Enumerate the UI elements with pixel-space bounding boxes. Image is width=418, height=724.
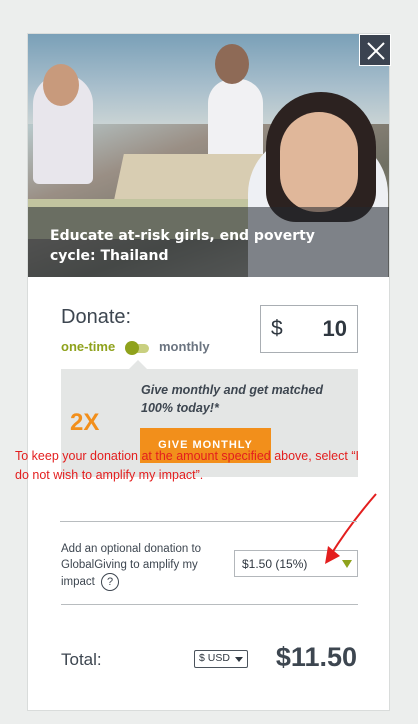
close-icon <box>367 42 385 60</box>
chevron-down-icon <box>235 657 243 662</box>
donate-label: Donate: <box>61 306 132 328</box>
match-multiplier: 2X <box>70 409 100 436</box>
addon-label: Add an optional donation to GlobalGiving… <box>61 541 221 591</box>
frequency-toggle[interactable] <box>125 341 149 355</box>
divider <box>60 521 357 522</box>
promo-message: Give monthly and get matched 100% today!… <box>141 383 323 415</box>
amount-input[interactable]: $ 10 <box>260 305 358 353</box>
project-title: Educate at-risk girls, end poverty cycle… <box>50 228 315 264</box>
one-time-option[interactable]: one-time <box>61 339 115 354</box>
hero-image: Educate at-risk girls, end poverty cycle… <box>28 34 389 277</box>
currency-select[interactable]: $ USD <box>194 650 248 668</box>
donation-modal: Educate at-risk girls, end poverty cycle… <box>27 33 391 711</box>
total-label: Total: <box>61 650 102 669</box>
monthly-option[interactable]: monthly <box>159 339 210 354</box>
divider <box>61 604 358 605</box>
close-button[interactable] <box>359 34 391 66</box>
help-icon[interactable]: ? <box>101 573 120 591</box>
amount-value: 10 <box>322 316 347 341</box>
frequency-toggle-group: one-time monthly <box>61 339 210 355</box>
toggle-knob <box>125 341 139 355</box>
currency-selected-value: $ USD <box>199 652 230 664</box>
total-amount: $11.50 <box>275 642 357 672</box>
currency-symbol: $ <box>271 317 283 340</box>
annotation-arrow-icon <box>325 493 377 564</box>
addon-label-text: Add an optional donation to GlobalGiving… <box>61 543 202 589</box>
